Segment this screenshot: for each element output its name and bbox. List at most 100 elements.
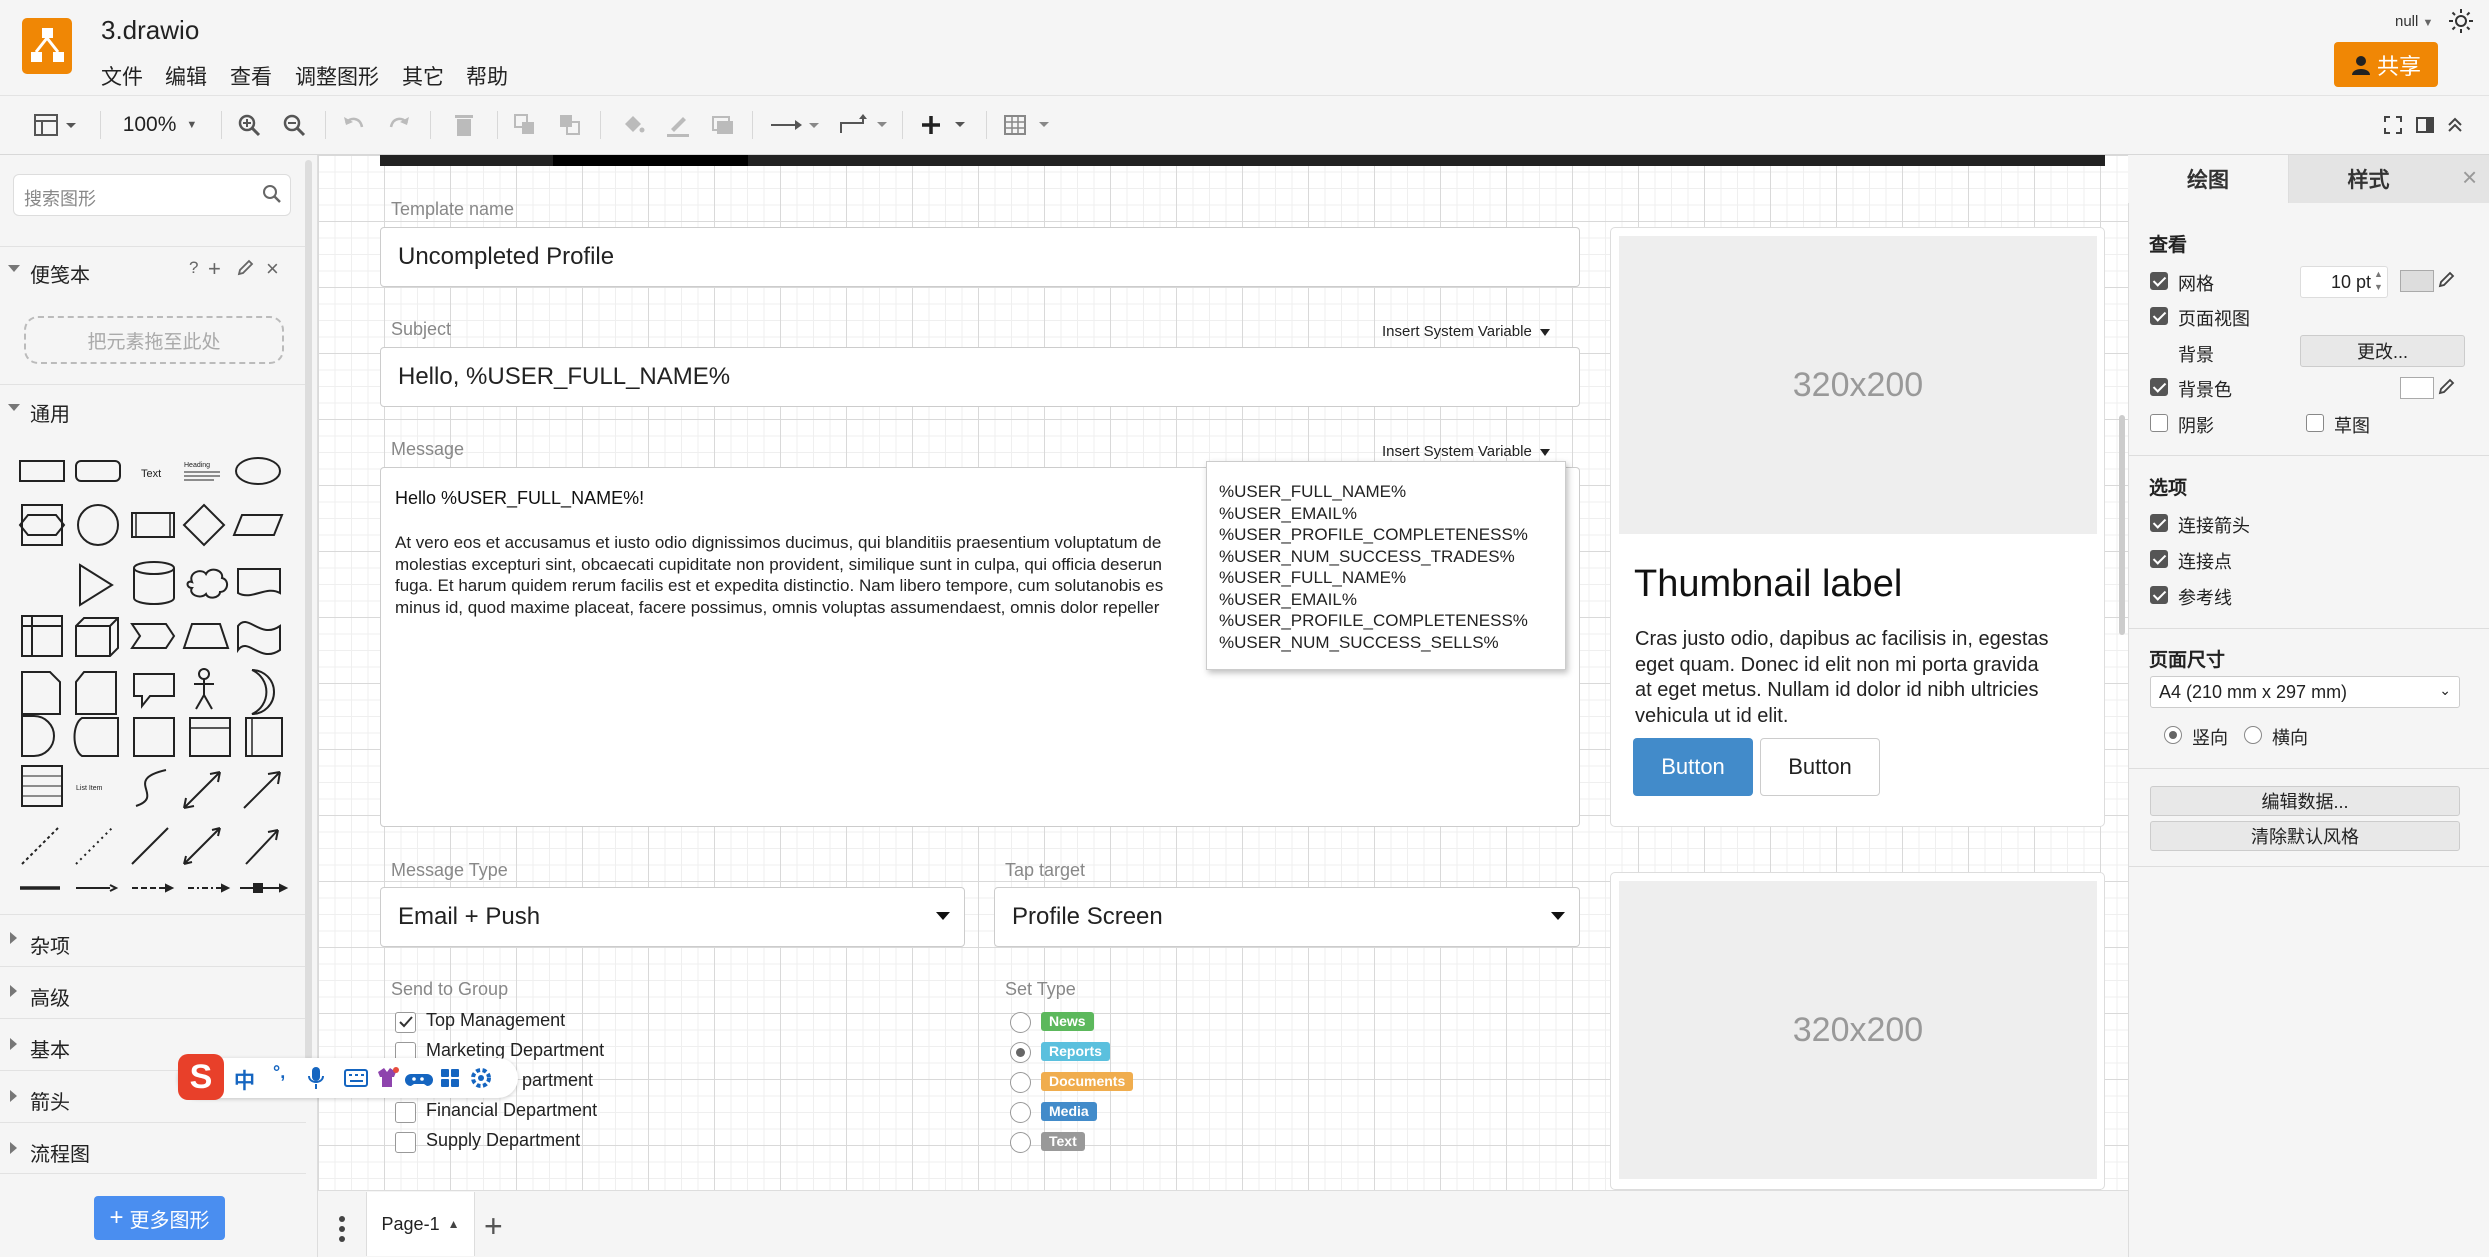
- table-icon[interactable]: [1002, 107, 1058, 143]
- zoom-in-icon[interactable]: [234, 107, 264, 143]
- page-view-checkbox[interactable]: [2150, 307, 2168, 325]
- menu-extras[interactable]: 其它: [402, 61, 444, 91]
- fullscreen-icon[interactable]: [2380, 107, 2406, 143]
- connection-style-icon[interactable]: [768, 107, 824, 143]
- type-radio[interactable]: [1010, 1012, 1031, 1033]
- close-icon[interactable]: ×: [2462, 162, 2477, 193]
- to-back-icon[interactable]: [555, 107, 585, 143]
- variable-option[interactable]: %USER_FULL_NAME%: [1219, 481, 1565, 503]
- connection-arrows-checkbox[interactable]: [2150, 514, 2168, 532]
- variable-option[interactable]: %USER_PROFILE_COMPLETENESS%: [1219, 524, 1565, 546]
- close-icon[interactable]: ×: [266, 256, 279, 282]
- page-tab[interactable]: Page-1 ▲: [366, 1192, 475, 1256]
- type-radio[interactable]: [1010, 1072, 1031, 1093]
- ime-tool-icons[interactable]: [305, 1064, 515, 1092]
- line-color-icon[interactable]: [663, 107, 693, 143]
- help-icon[interactable]: ?: [189, 258, 198, 278]
- insert-variable-dropdown-message[interactable]: Insert System Variable: [1382, 443, 1550, 460]
- more-shapes-button[interactable]: + 更多图形: [94, 1196, 225, 1240]
- sketch-checkbox[interactable]: [2306, 414, 2324, 432]
- section-misc[interactable]: 杂项: [0, 914, 306, 966]
- delete-icon[interactable]: [449, 107, 479, 143]
- ime-lang-toggle[interactable]: 中: [234, 1065, 255, 1095]
- ime-punct-toggle[interactable]: °,: [273, 1062, 285, 1083]
- template-name-field[interactable]: Uncompleted Profile: [380, 227, 1580, 287]
- change-background-button[interactable]: 更改...: [2300, 335, 2465, 367]
- sidebar-scrollbar[interactable]: [305, 160, 312, 1060]
- background-color-checkbox[interactable]: [2150, 378, 2168, 396]
- edit-color-icon[interactable]: [2437, 378, 2455, 401]
- sogou-logo-icon[interactable]: S: [178, 1054, 224, 1100]
- edit-data-button[interactable]: 编辑数据...: [2150, 786, 2460, 816]
- search-icon[interactable]: [262, 184, 282, 209]
- variable-option[interactable]: %USER_NUM_SUCCESS_SELLS%: [1219, 632, 1565, 654]
- background-color-swatch[interactable]: [2400, 377, 2434, 399]
- card-secondary-button[interactable]: Button: [1760, 738, 1880, 796]
- sidebar-toggle-button[interactable]: [28, 107, 84, 143]
- edit-icon[interactable]: [236, 259, 254, 282]
- menu-help[interactable]: 帮助: [466, 61, 508, 91]
- fill-color-icon[interactable]: [618, 107, 648, 143]
- group-checkbox[interactable]: [395, 1132, 416, 1153]
- canvas-vertical-scrollbar[interactable]: [2119, 415, 2125, 635]
- variable-option[interactable]: %USER_NUM_SUCCESS_TRADES%: [1219, 546, 1565, 568]
- card-body-line: Cras justo odio, dapibus ac facilisis in…: [1635, 628, 2049, 650]
- tab-style[interactable]: 样式: [2288, 155, 2448, 203]
- add-icon[interactable]: +: [208, 256, 221, 282]
- scratchpad-drop-zone[interactable]: 把元素拖至此处: [24, 316, 284, 364]
- insert-plus-icon[interactable]: [918, 107, 974, 143]
- section-advanced[interactable]: 高级: [0, 966, 306, 1018]
- landscape-radio[interactable]: [2244, 726, 2262, 744]
- variable-option[interactable]: %USER_FULL_NAME%: [1219, 567, 1565, 589]
- share-button[interactable]: 共享: [2334, 42, 2438, 87]
- waypoints-icon[interactable]: [836, 107, 892, 143]
- file-title[interactable]: 3.drawio: [101, 15, 199, 46]
- variable-option[interactable]: %USER_EMAIL%: [1219, 589, 1565, 611]
- insert-variable-dropdown-subject[interactable]: Insert System Variable: [1382, 323, 1550, 340]
- variable-option[interactable]: %USER_EMAIL%: [1219, 503, 1565, 525]
- menu-file[interactable]: 文件: [101, 61, 143, 91]
- pages-menu-icon[interactable]: [338, 1215, 346, 1248]
- format-panel-icon[interactable]: [2412, 107, 2438, 143]
- general-section-header[interactable]: 通用: [0, 384, 306, 430]
- subject-field[interactable]: Hello, %USER_FULL_NAME%: [380, 347, 1580, 407]
- user-menu[interactable]: null ▼: [2395, 13, 2433, 30]
- group-checkbox[interactable]: [395, 1102, 416, 1123]
- theme-sun-icon[interactable]: [2448, 8, 2474, 39]
- type-radio[interactable]: [1010, 1042, 1031, 1063]
- message-type-select[interactable]: Email + Push: [380, 887, 965, 947]
- redo-icon[interactable]: [384, 107, 414, 143]
- guides-checkbox[interactable]: [2150, 586, 2168, 604]
- add-page-icon[interactable]: +: [484, 1208, 503, 1245]
- group-checkbox[interactable]: [395, 1012, 416, 1033]
- general-shapes-palette[interactable]: Text Heading List Item: [14, 446, 289, 896]
- zoom-out-icon[interactable]: [279, 107, 309, 143]
- scratchpad-header[interactable]: 便笺本: [0, 246, 306, 296]
- portrait-radio[interactable]: [2164, 726, 2182, 744]
- shadow-checkbox[interactable]: [2150, 414, 2168, 432]
- variable-option[interactable]: %USER_PROFILE_COMPLETENESS%: [1219, 610, 1565, 632]
- undo-icon[interactable]: [339, 107, 369, 143]
- grid-color-swatch[interactable]: [2400, 270, 2434, 292]
- card-primary-button[interactable]: Button: [1633, 738, 1753, 796]
- menu-edit[interactable]: 编辑: [165, 61, 207, 91]
- type-radio[interactable]: [1010, 1132, 1031, 1153]
- clear-default-style-button[interactable]: 清除默认风格: [2150, 821, 2460, 851]
- to-front-icon[interactable]: [510, 107, 540, 143]
- collapse-icon[interactable]: [2442, 107, 2468, 143]
- connection-points-checkbox[interactable]: [2150, 550, 2168, 568]
- message-type-value: Email + Push: [398, 903, 541, 930]
- shadow-icon[interactable]: [708, 107, 738, 143]
- type-radio[interactable]: [1010, 1102, 1031, 1123]
- menu-view[interactable]: 查看: [230, 61, 272, 91]
- page-size-select[interactable]: A4 (210 mm x 297 mm) ⌄: [2150, 676, 2460, 708]
- search-input[interactable]: 搜索图形: [13, 174, 291, 216]
- edit-color-icon[interactable]: [2437, 271, 2455, 294]
- tab-diagram[interactable]: 绘图: [2128, 155, 2288, 203]
- stepper-icon[interactable]: ▲ ▼: [2374, 268, 2383, 294]
- menu-arrange[interactable]: 调整图形: [295, 61, 379, 91]
- tap-target-select[interactable]: Profile Screen: [994, 887, 1580, 947]
- grid-checkbox[interactable]: [2150, 272, 2168, 290]
- section-flowchart[interactable]: 流程图: [0, 1122, 306, 1174]
- zoom-select[interactable]: 100% ▼: [118, 107, 202, 143]
